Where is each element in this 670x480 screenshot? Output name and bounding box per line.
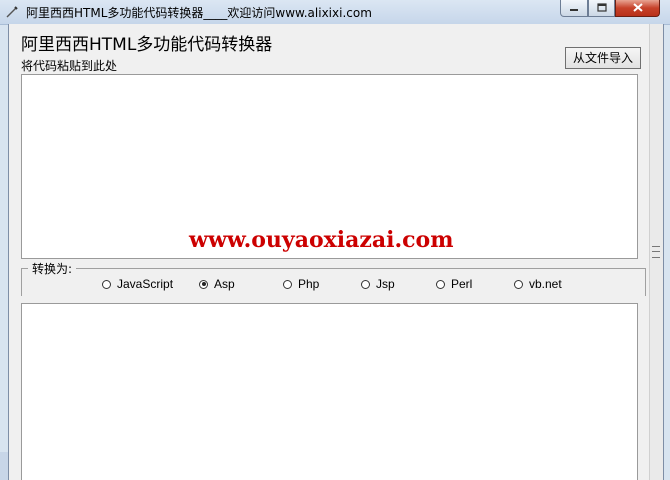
window-title: 阿里西西HTML多功能代码转换器____欢迎访问www.alixixi.com	[26, 6, 372, 20]
close-button[interactable]	[615, 0, 660, 17]
radio-label: Perl	[451, 277, 473, 291]
radio-vbnet[interactable]: vb.net	[514, 277, 562, 291]
convert-to-label: 转换为:	[28, 260, 77, 277]
converted-code-output[interactable]	[21, 303, 638, 480]
vertical-scrollbar[interactable]	[649, 24, 663, 480]
main-panel: 阿里西西HTML多功能代码转换器 将代码粘贴到此处 从文件导入 www.ouya…	[8, 24, 664, 480]
minimize-icon	[569, 1, 579, 15]
radio-button-checked-icon	[199, 279, 208, 289]
import-from-file-button[interactable]: 从文件导入	[565, 47, 641, 69]
radio-button-icon	[102, 279, 111, 289]
maximize-button[interactable]	[588, 0, 615, 17]
radio-label: Php	[298, 277, 320, 291]
radio-label: vb.net	[529, 277, 562, 291]
pen-icon	[5, 5, 19, 19]
minimize-button[interactable]	[560, 0, 588, 17]
convert-to-group: 转换为: JavaScript Asp Php Jsp Perl vb.net	[21, 260, 646, 296]
radio-label: Asp	[214, 277, 235, 291]
app-title: 阿里西西HTML多功能代码转换器	[21, 35, 273, 55]
maximize-icon	[596, 1, 607, 15]
close-icon	[632, 1, 643, 15]
radio-perl[interactable]: Perl	[436, 277, 472, 291]
radio-button-icon	[283, 279, 292, 289]
radio-button-icon	[361, 279, 370, 289]
watermark-text: www.ouyaoxiazai.com	[189, 227, 454, 253]
paste-label: 将代码粘贴到此处	[21, 59, 118, 73]
radio-asp[interactable]: Asp	[199, 277, 235, 291]
scroll-grip-icon	[652, 246, 660, 258]
radio-javascript[interactable]: JavaScript	[102, 277, 173, 291]
window-edge	[0, 452, 8, 480]
radio-button-icon	[436, 279, 445, 289]
radio-php[interactable]: Php	[283, 277, 319, 291]
radio-label: JavaScript	[117, 277, 174, 291]
radio-jsp[interactable]: Jsp	[361, 277, 395, 291]
radio-label: Jsp	[376, 277, 395, 291]
title-bar[interactable]: 阿里西西HTML多功能代码转换器____欢迎访问www.alixixi.com	[0, 0, 670, 25]
radio-button-icon	[514, 279, 523, 289]
